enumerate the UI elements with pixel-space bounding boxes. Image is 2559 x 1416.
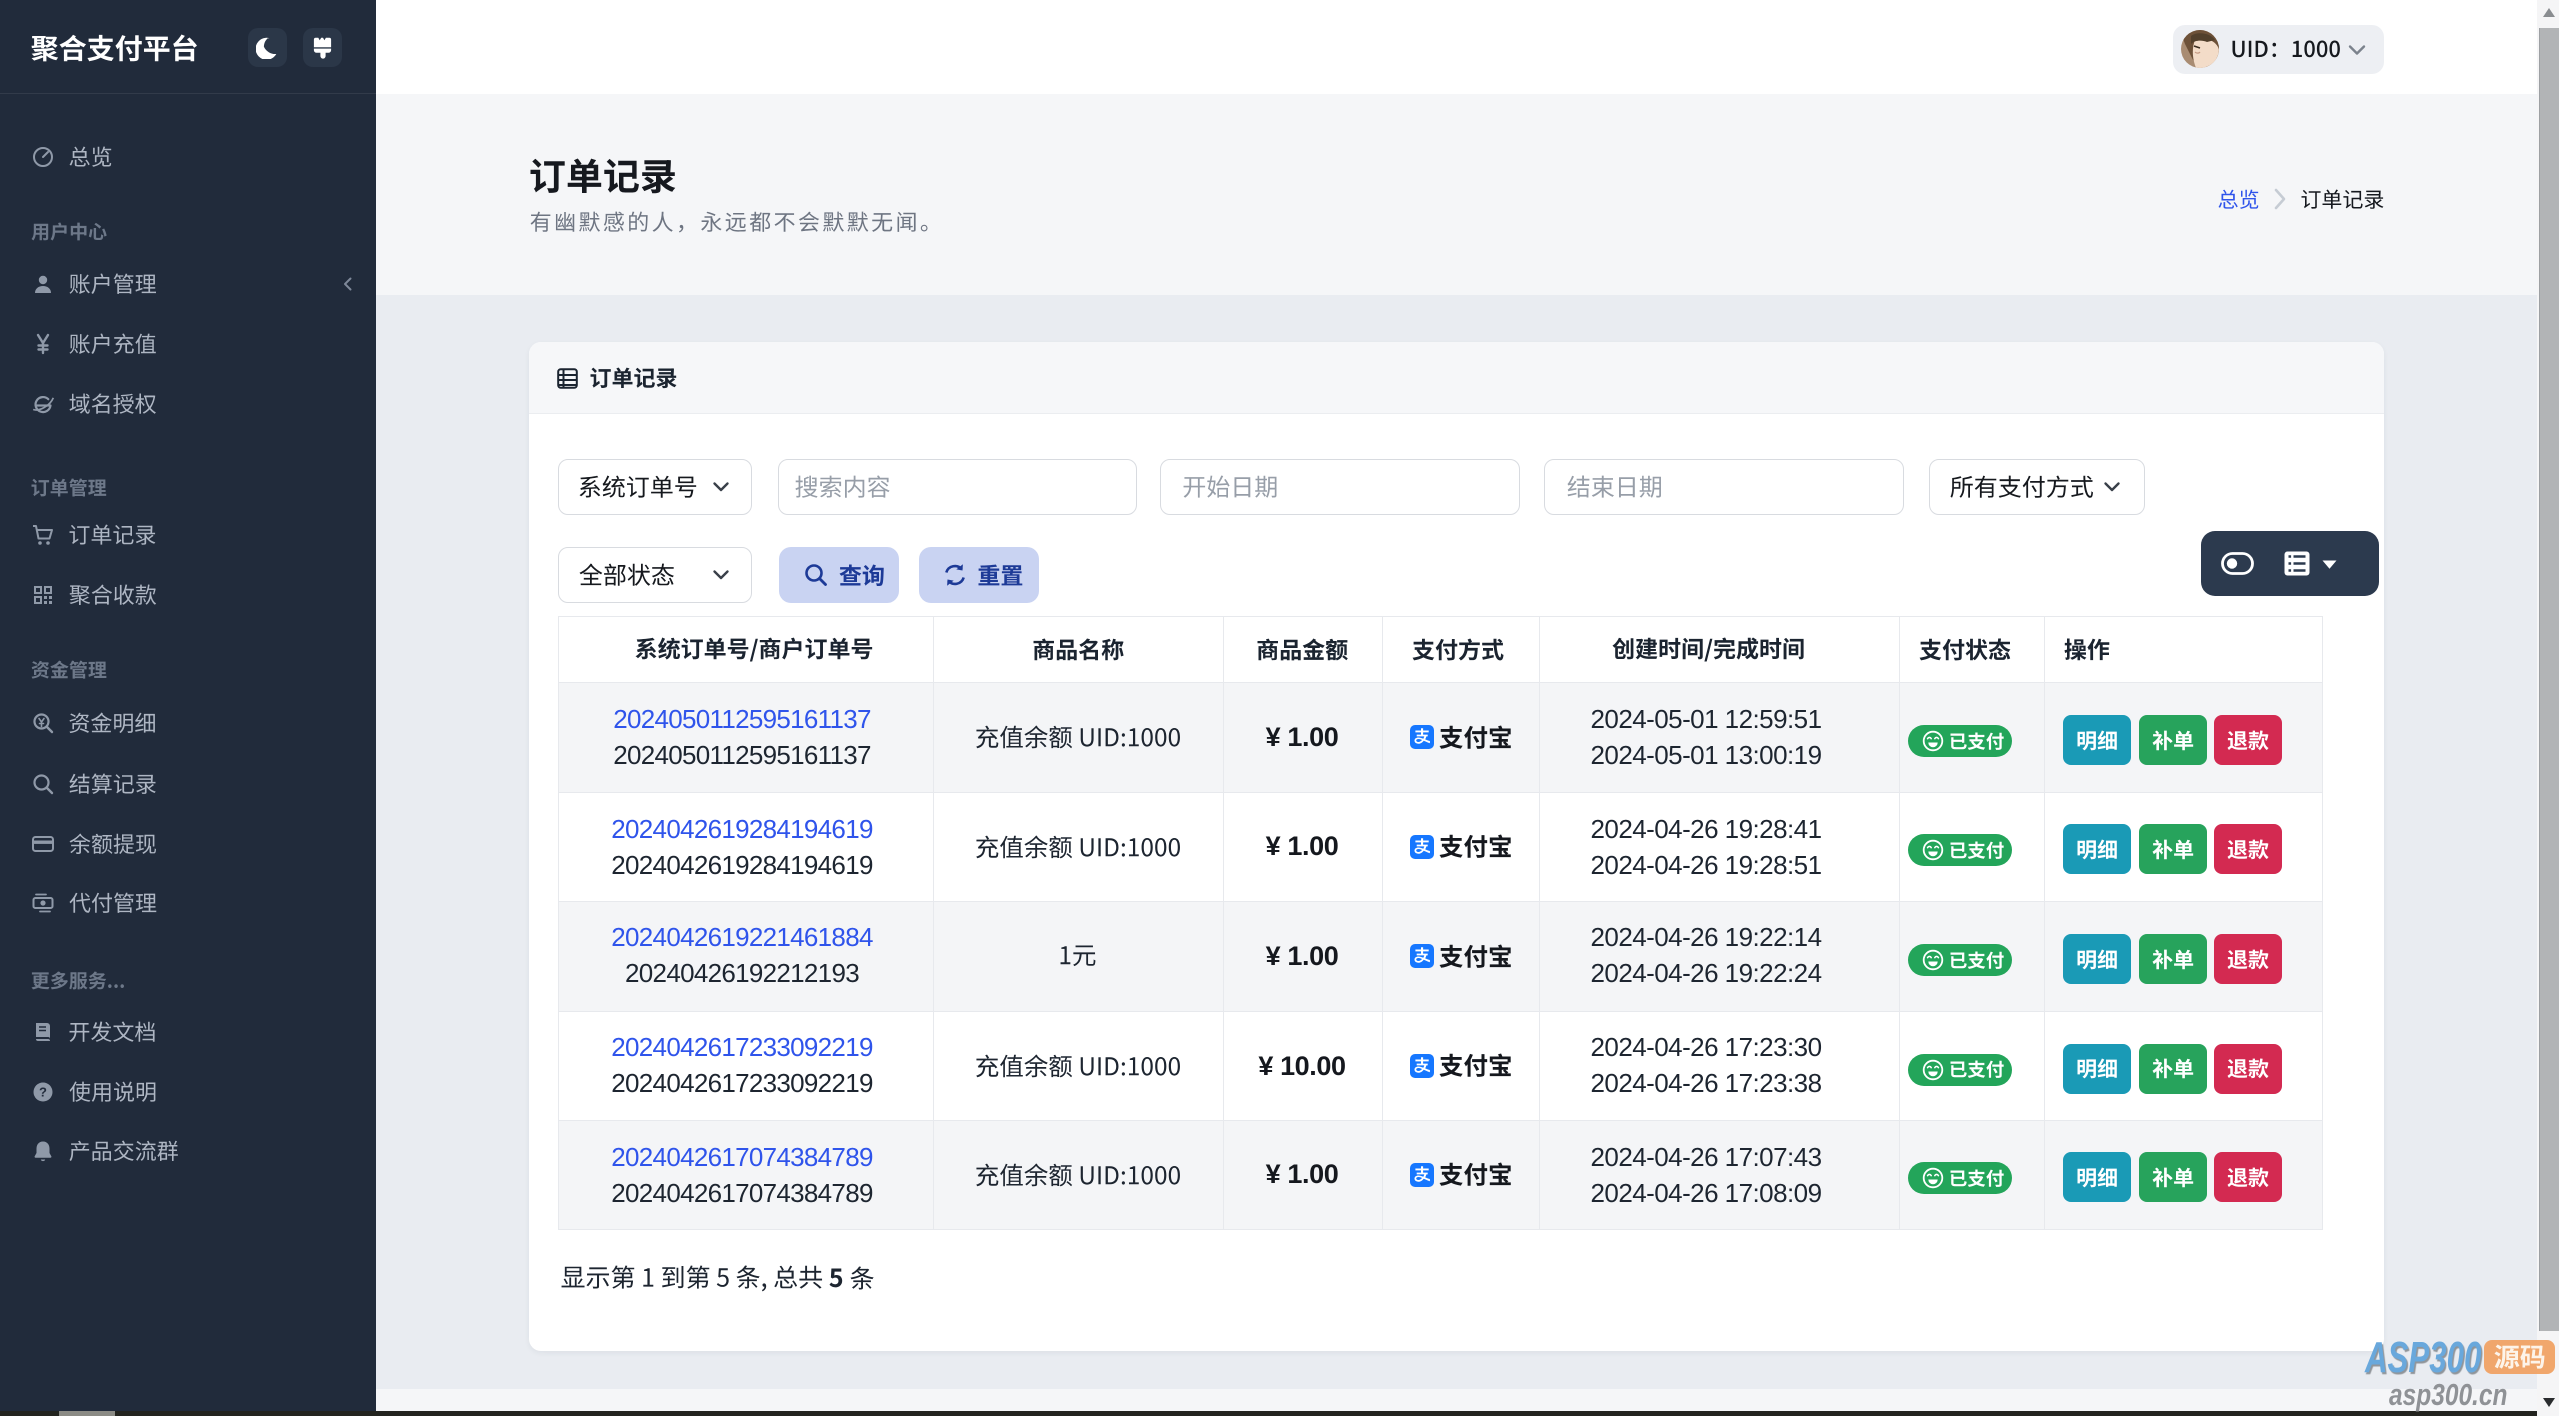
svg-text:?: ? — [39, 1084, 47, 1099]
